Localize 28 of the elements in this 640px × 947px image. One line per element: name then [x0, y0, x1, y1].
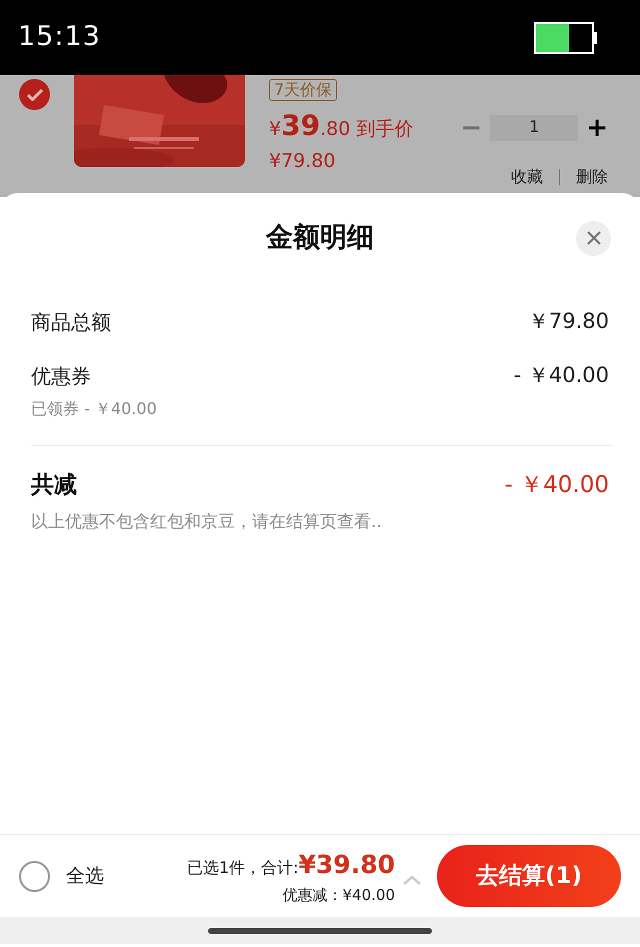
- row-value: ￥79.80: [528, 308, 609, 336]
- row-value: - ￥40.00: [514, 362, 609, 390]
- home-indicator[interactable]: [208, 928, 432, 934]
- total-value: - ￥40.00: [504, 470, 609, 500]
- close-icon: [586, 231, 600, 245]
- action-link[interactable]: 收藏: [511, 165, 543, 189]
- total-label: 共减: [31, 470, 77, 500]
- row-note: 已领券 - ￥40.00: [31, 398, 158, 420]
- checkout-button[interactable]: 去结算(1): [437, 845, 621, 907]
- quantity-field[interactable]: 1: [490, 115, 578, 141]
- check-icon: [26, 88, 42, 100]
- summary-text: 已选1件，合计:: [186, 857, 299, 879]
- price-guarantee-tag: 7天价保: [269, 79, 338, 101]
- close-button[interactable]: [576, 220, 611, 256]
- discount-text: 优惠减：¥40.00: [282, 884, 395, 906]
- row-label: 优惠券: [31, 363, 91, 390]
- plus-button[interactable]: +: [586, 115, 608, 141]
- deal-price: ¥39.80 到手价: [269, 108, 414, 144]
- cart-total: ¥39.80: [298, 849, 395, 881]
- clock-time: 15:13: [18, 20, 101, 54]
- select-all-checkbox[interactable]: 全选: [19, 860, 104, 892]
- battery-icon: [534, 22, 598, 54]
- item-checkbox[interactable]: [19, 79, 50, 110]
- row-label: 商品总额: [31, 309, 111, 336]
- footnote: 以上优惠不包含红包和京豆，请在结算页查看..: [31, 511, 383, 534]
- action-link[interactable]: 删除: [576, 165, 608, 189]
- original-price: ¥79.80: [269, 149, 336, 174]
- sheet-title: 金额明细: [266, 220, 374, 255]
